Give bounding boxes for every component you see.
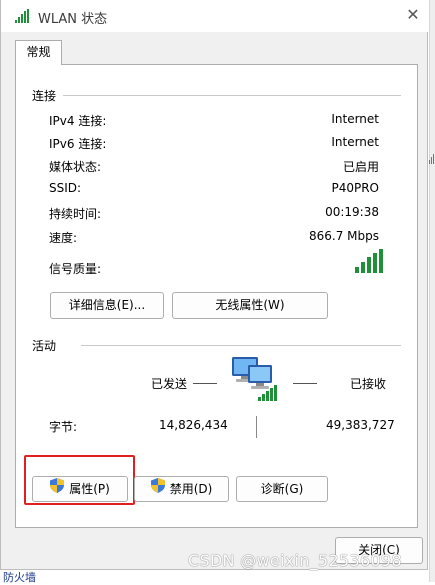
watermark: CSDN @weixin_52536098 bbox=[188, 551, 402, 570]
wifi-signal-icon bbox=[15, 9, 31, 23]
disable-button-label: 禁用(D) bbox=[169, 481, 213, 496]
duration-label: 持续时间: bbox=[49, 207, 102, 221]
diagnose-button[interactable]: 诊断(G) bbox=[236, 476, 328, 502]
title-bar[interactable]: WLAN 状态 ✕ bbox=[1, 0, 429, 32]
section-divider bbox=[63, 95, 401, 96]
properties-button-label: 属性(P) bbox=[69, 481, 110, 496]
disable-button[interactable]: 禁用(D) bbox=[134, 476, 229, 502]
duration-value: 00:19:38 bbox=[325, 205, 379, 219]
signal-bars-icon bbox=[355, 249, 385, 273]
close-icon[interactable]: ✕ bbox=[401, 4, 425, 26]
sent-line bbox=[193, 383, 217, 384]
uac-shield-icon bbox=[50, 477, 65, 502]
ipv6-label: IPv6 连接: bbox=[49, 137, 107, 151]
speed-value: 866.7 Mbps bbox=[308, 229, 379, 243]
uac-shield-icon bbox=[150, 477, 165, 502]
network-computers-icon bbox=[230, 355, 280, 403]
ipv6-value: Internet bbox=[331, 135, 379, 149]
ipv4-value: Internet bbox=[331, 112, 379, 126]
connection-section-label: 连接 bbox=[32, 89, 57, 103]
sent-label: 已发送 bbox=[151, 377, 188, 391]
wireless-properties-button[interactable]: 无线属性(W) bbox=[172, 292, 328, 319]
background-signal-icon bbox=[429, 150, 435, 164]
section-divider bbox=[81, 345, 401, 346]
bytes-divider bbox=[256, 416, 257, 438]
received-line bbox=[293, 383, 317, 384]
speed-label: 速度: bbox=[49, 231, 78, 245]
background-window-edge bbox=[429, 0, 435, 582]
background-window-label: 防火墙 bbox=[3, 571, 36, 584]
bytes-sent-value: 14,826,434 bbox=[159, 418, 228, 432]
wlan-status-dialog: WLAN 状态 ✕ 常规 连接 IPv4 连接: Internet IPv6 连… bbox=[0, 0, 429, 570]
tab-general[interactable]: 常规 bbox=[15, 40, 62, 65]
ipv4-label: IPv4 连接: bbox=[49, 114, 107, 128]
bytes-label: 字节: bbox=[49, 420, 78, 434]
activity-section-label: 活动 bbox=[32, 339, 57, 353]
media-state-label: 媒体状态: bbox=[49, 160, 102, 174]
media-state-value: 已启用 bbox=[342, 160, 379, 174]
ssid-value: P40PRO bbox=[331, 181, 379, 195]
properties-button[interactable]: 属性(P) bbox=[32, 476, 128, 502]
window-title: WLAN 状态 bbox=[38, 12, 108, 27]
ssid-label: SSID: bbox=[49, 181, 82, 195]
signal-quality-label: 信号质量: bbox=[49, 262, 102, 276]
received-label: 已接收 bbox=[350, 377, 387, 391]
bytes-received-value: 49,383,727 bbox=[326, 418, 395, 432]
details-button[interactable]: 详细信息(E)... bbox=[50, 292, 164, 319]
